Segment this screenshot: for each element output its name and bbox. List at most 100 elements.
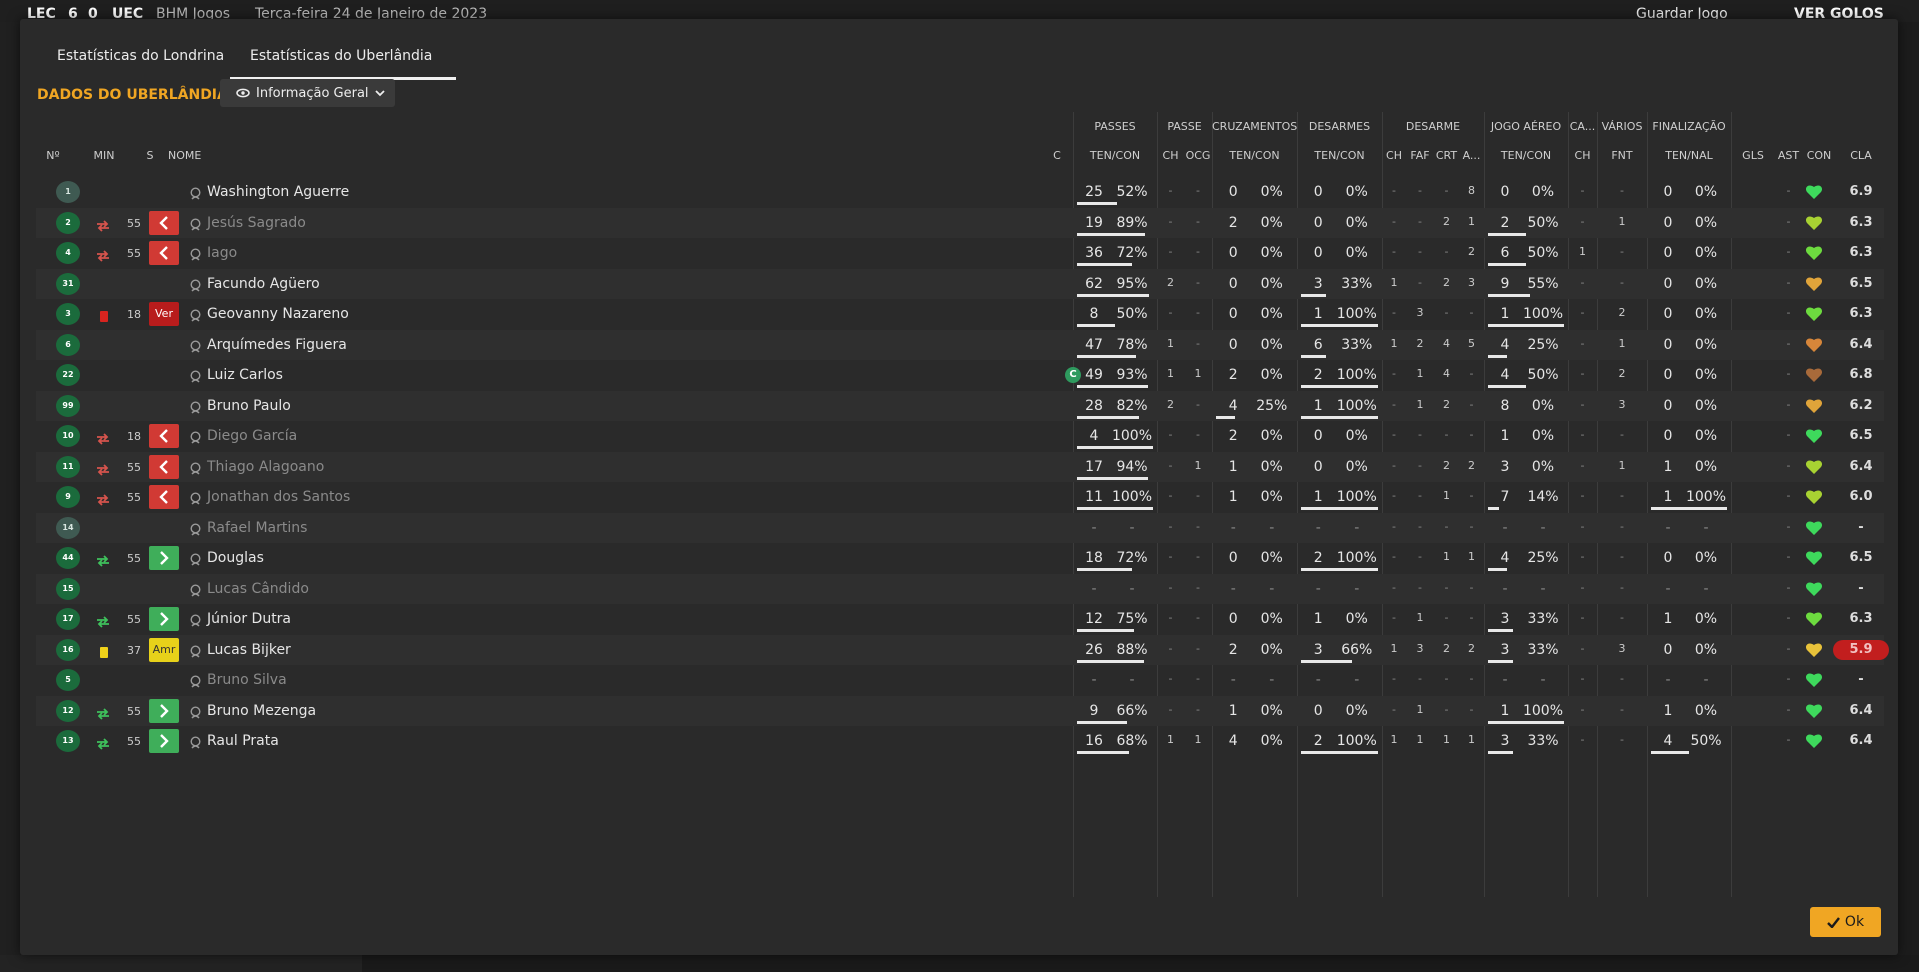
- player-name[interactable]: Thiago Alagoano: [207, 459, 324, 475]
- passes-success-bar: [1077, 324, 1115, 327]
- stat-ca: -: [1580, 580, 1585, 594]
- table-row[interactable]: 15 Lucas Cândido - - - - - - - - - - - - - - - - - - - -: [36, 573, 1884, 604]
- player-name[interactable]: Facundo Agüero: [207, 276, 320, 292]
- column-header-min[interactable]: MIN: [86, 149, 122, 162]
- column-header-gls[interactable]: GLS: [1736, 149, 1770, 162]
- morale-heart-icon: [1805, 305, 1823, 323]
- column-header-d_a[interactable]: A...: [1459, 149, 1484, 162]
- column-header-ca_ch[interactable]: CH: [1568, 149, 1597, 162]
- column-header-var_fnt[interactable]: FNT: [1597, 149, 1647, 162]
- red-card-badge[interactable]: Ver: [149, 302, 179, 326]
- passes-attempted: 18: [1085, 550, 1103, 566]
- player-name[interactable]: Raul Prata: [207, 733, 279, 749]
- player-stats-table: PASSES PASSE CRUZAMENTOS DESARMES DESARME JOG…: [20, 19, 1898, 955]
- aerial-success-bar: [1488, 293, 1530, 297]
- player-name[interactable]: Bruno Silva: [207, 672, 287, 688]
- table-row[interactable]: 10 18 Diego García 4 100% 2 0% 0 0% 1 0% 0 0% - - - - - - -…: [36, 421, 1884, 451]
- subbed-on-badge[interactable]: [149, 729, 179, 753]
- stat-ca: -: [1580, 672, 1585, 685]
- player-name[interactable]: Geovanny Nazareno: [207, 306, 349, 322]
- aerial-percent: 33%: [1527, 641, 1559, 658]
- ok-button[interactable]: Ok: [1810, 907, 1881, 937]
- column-header-des_tc[interactable]: TEN/CON: [1297, 149, 1382, 162]
- shirt-number: 13: [56, 730, 80, 752]
- subbed-off-badge[interactable]: [149, 454, 179, 479]
- match-rating: 6.0: [1849, 489, 1873, 504]
- stat-ch: -: [1392, 489, 1396, 502]
- table-row[interactable]: 5 Bruno Silva - - - - - - - - - - - - - - - - - - - -: [36, 665, 1884, 695]
- shots-attempted: 0: [1663, 367, 1673, 383]
- column-header-passe_ocg[interactable]: OCG: [1184, 149, 1212, 162]
- tackles-attempted: 2: [1313, 367, 1323, 383]
- subbed-off-badge[interactable]: [149, 485, 179, 509]
- player-name[interactable]: Rafael Martins: [207, 520, 307, 536]
- tackles-percent: -: [1354, 672, 1360, 688]
- table-row[interactable]: 22 Luiz Carlos C 49 93% 2 0% 2 100% 4 50% 0 0% 1 1-1 4-…: [36, 360, 1884, 390]
- player-name[interactable]: Arquímedes Figuera: [207, 337, 347, 353]
- table-row[interactable]: 9 55 Jonathan dos Santos 11 100% 1 0% 1 100% 7 14%…: [36, 482, 1884, 512]
- table-row[interactable]: 17 55 Júnior Dutra 12 75% 0 0% 1 0% 3 33% 1 0% - - - 1 - -…: [36, 604, 1884, 634]
- player-name[interactable]: Bruno Paulo: [207, 398, 291, 414]
- table-row[interactable]: 44 55 Douglas 18 72% 0 0% 2 100% 4 25% 0 0% - - - - 1 1 - - -…: [36, 543, 1884, 573]
- player-name[interactable]: Jesús Sagrado: [207, 215, 306, 231]
- player-name[interactable]: Júnior Dutra: [207, 611, 291, 627]
- column-header-s[interactable]: S: [142, 149, 158, 162]
- player-icon: [190, 551, 201, 566]
- player-name[interactable]: Washington Aguerre: [207, 184, 349, 200]
- player-name[interactable]: Douglas: [207, 550, 264, 566]
- table-row[interactable]: 6 Arquímedes Figuera 47 78% 0 0% 6 33% 4 25% 0 0% 1 -…: [36, 329, 1884, 360]
- stat-fnt: 1: [1618, 214, 1626, 228]
- aerial-percent: -: [1540, 519, 1546, 536]
- table-row[interactable]: 16 37 Amr Lucas Bijker 26 88% 2 0% 3 66% 3 33% 0 0% - -…: [36, 634, 1889, 665]
- column-header-cla[interactable]: CLA: [1838, 149, 1884, 162]
- table-row[interactable]: 2 55 Jesús Sagrado 19 89% 2 0% 0 0% 2 50% 0 0% - - - - 2 1…: [36, 207, 1884, 238]
- column-header-passe_ch[interactable]: CH: [1157, 149, 1184, 162]
- player-name[interactable]: Iago: [207, 245, 237, 261]
- column-header-d_crt[interactable]: CRT: [1434, 149, 1459, 162]
- passes-attempted: 4: [1089, 428, 1099, 444]
- subbed-on-badge[interactable]: [149, 546, 179, 570]
- player-name[interactable]: Jonathan dos Santos: [207, 489, 350, 505]
- yellow-card-badge[interactable]: Amr: [149, 637, 179, 662]
- tackles-percent: 0%: [1345, 245, 1368, 261]
- passes-attempted: 19: [1085, 214, 1103, 231]
- column-header-d_ch[interactable]: CH: [1382, 149, 1406, 162]
- column-header-aer_tc[interactable]: TEN/CON: [1484, 149, 1568, 162]
- table-row[interactable]: 11 55 Thiago Alagoano 17 94% 1 0% 0 0% 3 0% 1 0% - 1 - -…: [36, 451, 1884, 482]
- table-row[interactable]: 1 Washington Aguerre 25 52% 0 0% 0 0% 0 0% 0 0% - - - -…: [36, 177, 1884, 207]
- table-row[interactable]: 31 Facundo Agüero 62 95% 0 0% 3 33% 9 55% 0 0% 2 - 1 - 2…: [36, 268, 1884, 299]
- table-row[interactable]: 3 18 Ver Geovanny Nazareno 8 50% 0 0% 1 100% 1 100%…: [36, 299, 1884, 329]
- column-header-c[interactable]: C: [1050, 149, 1064, 162]
- table-row[interactable]: 12 55 Bruno Mezenga 9 66% 1 0% 0 0% 1 100% 1 0% - - - 1 -…: [36, 695, 1884, 726]
- crosses-attempted: 0: [1228, 550, 1238, 566]
- stat-a: 2: [1468, 458, 1475, 472]
- subbed-off-badge[interactable]: [149, 210, 179, 235]
- aerial-percent: 0%: [1531, 428, 1555, 444]
- subbed-off-badge[interactable]: [149, 241, 179, 265]
- aerial-percent: 14%: [1527, 489, 1559, 505]
- column-header-con[interactable]: CON: [1802, 149, 1836, 162]
- column-header-ast[interactable]: AST: [1775, 149, 1802, 162]
- table-row[interactable]: 13 55 Raul Prata 16 68% 4 0% 2 100% 3 33% 4 50% 1 1 1 1 1…: [36, 726, 1884, 756]
- column-header-no[interactable]: Nº: [41, 149, 65, 162]
- column-header-cruz_tc[interactable]: TEN/CON: [1212, 149, 1297, 162]
- player-name[interactable]: Diego García: [207, 428, 297, 444]
- column-header-fin_tn[interactable]: TEN/NAL: [1647, 149, 1731, 162]
- stat-pc_ocg: 1: [1194, 458, 1202, 472]
- aerial-percent: 33%: [1527, 733, 1559, 749]
- player-name[interactable]: Lucas Bijker: [207, 642, 291, 658]
- table-row[interactable]: 14 Rafael Martins - - - - - - - - - - - - - - - - - - - -: [36, 512, 1884, 543]
- subbed-on-badge[interactable]: [149, 607, 179, 631]
- player-name[interactable]: Lucas Cândido: [207, 581, 309, 597]
- column-header-passes_tc[interactable]: TEN/CON: [1073, 149, 1157, 162]
- table-row[interactable]: 4 55 Iago 36 72% 0 0% 0 0% 6 50% 0 0% - - - - - 2 1 - - 6.3: [36, 238, 1884, 268]
- table-row[interactable]: 99 Bruno Paulo 28 82% 4 25% 1 100% 8 0% 0 0% 2 - - 1 2 - -…: [36, 390, 1884, 421]
- stat-crt: 1: [1443, 489, 1450, 502]
- stat-pc_ch: -: [1168, 245, 1173, 258]
- subbed-on-badge[interactable]: [149, 698, 179, 723]
- subbed-off-badge[interactable]: [149, 424, 179, 448]
- column-header-d_faf[interactable]: FAF: [1406, 149, 1434, 162]
- player-name[interactable]: Bruno Mezenga: [207, 703, 316, 719]
- column-header-nome[interactable]: NOME: [168, 149, 201, 162]
- player-name[interactable]: Luiz Carlos: [207, 367, 283, 383]
